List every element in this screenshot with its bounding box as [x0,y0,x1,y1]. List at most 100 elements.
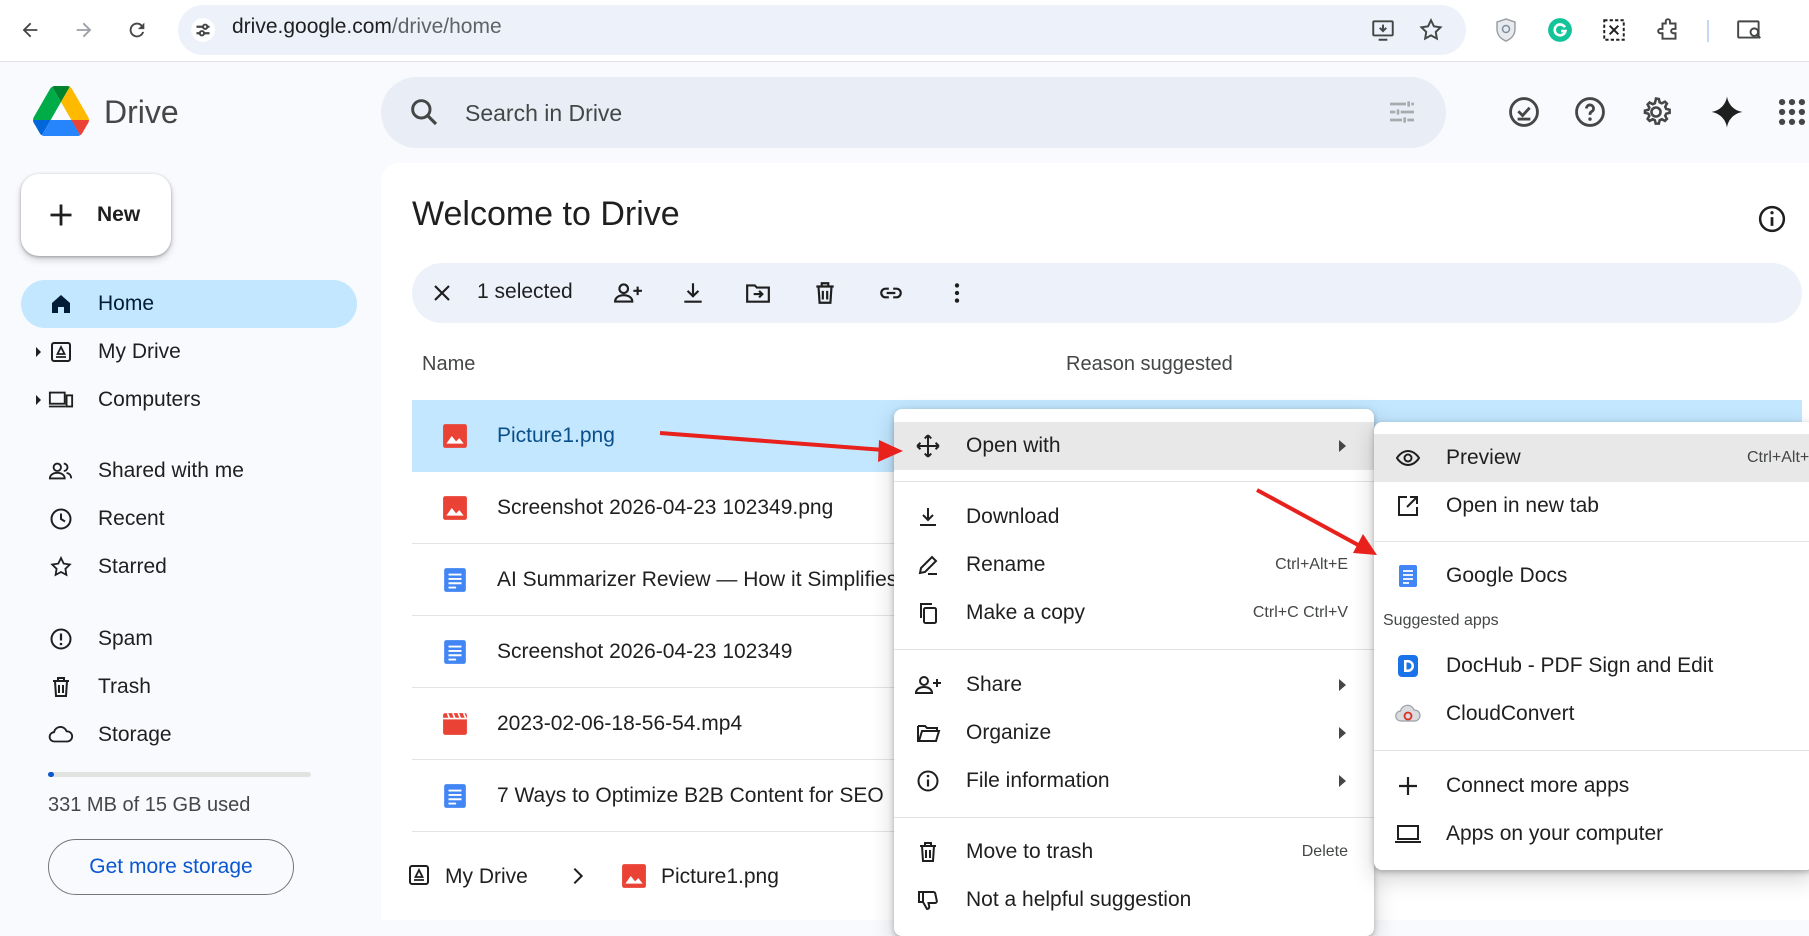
sidebar-item-shared-with-me[interactable]: Shared with me [21,447,357,495]
trash-icon [48,674,74,700]
menu-item-not-helpful[interactable]: Not a helpful suggestion [894,876,1374,924]
search-options-icon[interactable] [1386,96,1418,128]
install-app-icon[interactable] [1367,14,1399,46]
open-with-move-icon [914,432,942,460]
menu-item-move-to-trash[interactable]: Move to trash Delete [894,828,1374,876]
eye-icon [1394,444,1422,472]
menu-item-rename[interactable]: Rename Ctrl+Alt+E [894,541,1374,589]
clock-icon [48,506,74,532]
reading-mode-icon[interactable] [1734,14,1766,46]
sidebar-item-my-drive[interactable]: My Drive [21,328,357,376]
spam-icon [48,626,74,652]
submenu-arrow-icon [1339,679,1346,691]
column-header-reason: Reason suggested [1066,353,1233,375]
menu-item-organize[interactable]: Organize [894,709,1374,757]
copy-link-icon[interactable] [874,276,908,310]
sidebar-item-label: Home [98,292,155,315]
submenu-item-preview[interactable]: Preview Ctrl+Alt+ [1374,434,1809,482]
sidebar-item-spam[interactable]: Spam [21,615,357,663]
plus-icon [1394,772,1422,800]
sidebar-item-label: Spam [98,627,153,650]
trash-icon[interactable] [808,276,842,310]
move-to-folder-icon[interactable] [741,276,775,310]
search-icon[interactable] [408,96,440,128]
sidebar-item-trash[interactable]: Trash [21,663,357,711]
storage-usage-text: 331 MB of 15 GB used [48,794,251,816]
breadcrumb-file[interactable]: Picture1.png [661,865,779,889]
storage-bar [48,772,311,777]
help-icon[interactable] [1568,90,1612,134]
sidebar-item-home[interactable]: Home [21,280,357,328]
submenu-item-connect-more-apps[interactable]: Connect more apps [1374,762,1809,810]
bookmark-star-icon[interactable] [1415,14,1447,46]
sidebar-item-storage[interactable]: Storage [21,711,357,759]
breadcrumb-my-drive[interactable]: My Drive [445,865,528,889]
menu-shortcut: Ctrl+Alt+E [1275,556,1348,573]
file-name: AI Summarizer Review — How it Simplifies [497,568,898,591]
menu-item-make-copy[interactable]: Make a copy Ctrl+C Ctrl+V [894,589,1374,637]
grammarly-icon[interactable] [1544,14,1576,46]
image-file-icon [621,863,647,889]
open-in-new-icon [1394,492,1422,520]
my-drive-icon [407,863,431,887]
column-header-name[interactable]: Name [422,353,475,376]
clear-selection-close-icon[interactable] [425,276,459,310]
new-button[interactable]: New [21,174,171,256]
settings-gear-icon[interactable] [1634,90,1678,134]
back-button[interactable] [13,13,47,47]
page-title: Welcome to Drive [412,195,680,233]
expand-caret-icon[interactable] [36,395,41,405]
gemini-sparkle-icon[interactable] [1705,90,1749,134]
menu-item-file-information[interactable]: File information [894,757,1374,805]
submenu-item-google-docs[interactable]: Google Docs [1374,552,1809,600]
forward-button[interactable] [67,13,101,47]
details-info-icon[interactable] [1757,204,1787,234]
submenu-item-apps-on-computer[interactable]: Apps on your computer [1374,810,1809,858]
menu-shortcut: Ctrl+C Ctrl+V [1252,604,1348,621]
shield-extension-icon[interactable] [1490,14,1522,46]
storage-bar-fill [48,772,54,777]
reload-button[interactable] [120,13,154,47]
get-more-storage-button[interactable]: Get more storage [48,839,294,895]
drive-logo-icon[interactable] [33,86,89,136]
file-name: 7 Ways to Optimize B2B Content for SEO [497,784,884,807]
info-icon [914,767,942,795]
search-input[interactable]: Search in Drive [465,100,622,127]
menu-label: CloudConvert [1446,702,1575,725]
sidebar-item-recent[interactable]: Recent [21,495,357,543]
menu-shortcut: Delete [1301,843,1348,860]
star-icon [48,554,74,580]
toolbar-divider [1707,20,1709,42]
context-menu: Open with Download Rename Ctrl+Alt+E Mak… [894,409,1374,936]
laptop-icon [1394,820,1422,848]
menu-divider [894,817,1374,818]
download-icon[interactable] [676,276,710,310]
sidebar-item-starred[interactable]: Starred [21,543,357,591]
image-file-icon [442,495,468,521]
site-settings-icon[interactable] [190,17,216,43]
menu-item-share[interactable]: Share [894,661,1374,709]
url-path: /drive/home [391,15,502,38]
apps-grid-icon[interactable] [1770,90,1809,134]
menu-label: File information [966,769,1110,792]
people-icon [48,458,74,484]
share-add-person-icon[interactable] [611,276,645,310]
menu-label: Share [966,673,1023,696]
app-name[interactable]: Drive [104,94,179,131]
expand-caret-icon[interactable] [36,347,41,357]
ready-for-offline-icon[interactable] [1502,90,1546,134]
extensions-puzzle-icon[interactable] [1653,14,1685,46]
submenu-item-dochub[interactable]: DocHub - PDF Sign and Edit [1374,642,1809,690]
selection-count: 1 selected [477,280,573,303]
screen-capture-icon[interactable] [1598,14,1630,46]
cloudconvert-icon [1394,700,1422,728]
sidebar-item-label: Starred [98,555,167,578]
sidebar-item-computers[interactable]: Computers [21,376,357,424]
my-drive-icon [48,339,74,365]
more-actions-icon[interactable] [940,276,974,310]
submenu-item-cloudconvert[interactable]: CloudConvert [1374,690,1809,738]
menu-item-download[interactable]: Download [894,493,1374,541]
menu-item-open-with[interactable]: Open with [894,422,1374,470]
cloud-icon [48,722,74,748]
submenu-item-open-new-tab[interactable]: Open in new tab [1374,482,1809,530]
